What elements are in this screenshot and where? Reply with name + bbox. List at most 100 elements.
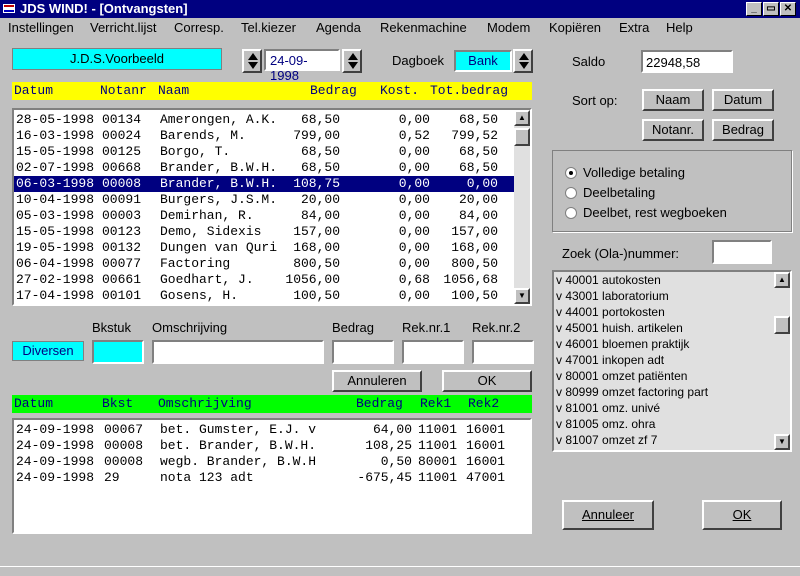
table-cell: 1056,68 [443,272,498,287]
table-cell: 24-09-1998 [16,438,95,453]
reknr1-input[interactable] [402,340,464,364]
table-cell: 108,75 [293,176,340,191]
radio-volledige-betaling[interactable] [565,167,577,179]
menu-agenda[interactable]: Agenda [316,20,361,35]
date-spinner-right[interactable] [342,49,362,73]
menu-tel-kiezer[interactable]: Tel.kiezer [241,20,296,35]
invoice-table[interactable]: 28-05-1998 00134 Amerongen, A.K. 68,50 0,00 6… [12,108,532,306]
menu-kopieren[interactable]: Kopiëren [549,20,601,35]
table-row[interactable]: 06-04-1998 00077 Factoring 800,50 0,00 800,50 [14,256,516,272]
table-row[interactable]: 24-09-1998 00008 wegb. Brander, B.W.H 0,50 8… [14,454,530,470]
payment-options-group: Volledige betaling Deelbetaling Deelbet,… [552,150,792,232]
table-row[interactable]: 24-09-1998 29 nota 123 adt -675,45 11001 4700… [14,470,530,486]
scroll-up-icon[interactable]: ▲ [774,272,790,288]
table-row[interactable]: 05-03-1998 00003 Demirhan, R. 84,00 0,00 84,0… [14,208,516,224]
table-cell: 24-09-1998 [16,454,95,469]
bedrag-input[interactable] [332,340,394,364]
table-row[interactable]: 27-02-1998 00661 Goedhart, J. 1056,00 0,68 10… [14,272,516,288]
diversen-field[interactable]: Diversen [12,341,84,361]
radio-deelbet-rest-wegboeken[interactable] [565,207,577,219]
table-row[interactable]: 24-09-1998 00067 bet. Gumster, E.J. v 64,00… [14,422,530,438]
account-list[interactable]: v 40001 autokosten v 43001 laboratorium v … [552,270,792,452]
account-item[interactable]: v 40001 autokosten [556,273,774,289]
account-item[interactable]: v 80001 omzet patiënten [556,369,774,385]
invoice-table-header: Datum Notanr Naam Bedrag Kost. Tot.bedra… [12,82,532,100]
maximize-icon[interactable]: ▭ [763,2,779,16]
up-arrow-icon[interactable] [248,53,258,60]
dagboek-field[interactable]: Bank [454,50,512,72]
table-row[interactable]: 16-03-1998 00024 Barends, M. 799,00 0,52 799,… [14,128,516,144]
sort-datum-button[interactable]: Datum [712,89,774,111]
annuleren-button[interactable]: Annuleren [332,370,422,392]
down-arrow-icon[interactable] [519,62,529,69]
date-spinner[interactable] [242,49,262,73]
scroll-down-icon[interactable]: ▼ [514,288,530,304]
table-cell: 11001 [418,438,458,453]
scroll-down-icon[interactable]: ▼ [774,434,790,450]
sort-bedrag-button[interactable]: Bedrag [712,119,774,141]
sort-naam-button[interactable]: Naam [642,89,704,111]
account-item[interactable]: v 81007 omzet zf 7 [556,433,774,449]
table-cell: 15-05-1998 [16,224,95,239]
table-row[interactable]: 28-05-1998 00134 Amerongen, A.K. 68,50 0,00 6… [14,112,516,128]
scroll-thumb[interactable] [514,128,530,146]
menu-corresp[interactable]: Corresp. [174,20,224,35]
account-scrollbar[interactable]: ▲ ▼ [774,272,790,450]
account-item[interactable]: v 45001 huish. artikelen [556,321,774,337]
scroll-up-icon[interactable]: ▲ [514,110,530,126]
account-item[interactable]: v 43001 laboratorium [556,289,774,305]
account-item[interactable]: v 81001 omz. univé [556,401,774,417]
date-field[interactable]: 24-09-1998 [264,49,340,83]
menu-rekenmachine[interactable]: Rekenmachine [380,20,467,35]
ok-footer-button[interactable]: OK [702,500,782,530]
menu-help[interactable]: Help [666,20,693,35]
radio-deelbetaling[interactable] [565,187,577,199]
ok-button[interactable]: OK [442,370,532,392]
menu-verricht-lijst[interactable]: Verricht.lijst [90,20,156,35]
table-row[interactable]: 15-05-1998 00125 Borgo, T. 68,50 0,00 68,50 [14,144,516,160]
menu-extra[interactable]: Extra [619,20,649,35]
up-arrow-icon[interactable] [519,53,529,60]
annuleer-button[interactable]: Annuleer [562,500,654,530]
table-cell: 00067 [104,422,144,437]
table-row[interactable]: 24-09-1998 00008 bet. Brander, B.W.H. 108,2… [14,438,530,454]
close-icon[interactable]: ✕ [780,2,796,16]
table-cell: 64,00 [372,422,412,437]
reknr2-input[interactable] [472,340,534,364]
table-row[interactable]: 19-05-1998 00132 Dungen van Quri 168,00 0,00… [14,240,516,256]
zoek-input[interactable] [712,240,772,264]
menu-instellingen[interactable]: Instellingen [8,20,74,35]
table-cell: 1056,00 [285,272,340,287]
table-cell: 00008 [102,176,142,191]
down-arrow-icon[interactable] [348,62,358,69]
table-cell: 06-04-1998 [16,256,95,271]
booking-table[interactable]: 24-09-1998 00067 bet. Gumster, E.J. v 64,00… [12,418,532,534]
table-cell: 29 [104,470,120,485]
minimize-icon[interactable]: _ [746,2,762,16]
table-row[interactable]: 06-03-1998 00008 Brander, B.W.H. 108,75 0,00… [14,176,516,192]
up-arrow-icon[interactable] [348,53,358,60]
table-cell: 17-04-1998 [16,288,95,303]
reknr1-label: Rek.nr.1 [402,320,451,335]
table-row[interactable]: 17-04-1998 00101 Gosens, H. 100,50 0,00 100,5… [14,288,516,304]
sort-notanr-button[interactable]: Notanr. [642,119,704,141]
table-row[interactable]: 02-07-1998 00668 Brander, B.W.H. 68,50 0,00 6… [14,160,516,176]
table-row[interactable]: 15-05-1998 00123 Demo, Sidexis 157,00 0,00 15… [14,224,516,240]
account-item[interactable]: v 46001 bloemen praktijk [556,337,774,353]
table-row[interactable]: 10-04-1998 00091 Burgers, J.S.M. 20,00 0,00 2… [14,192,516,208]
omschrijving-input[interactable] [152,340,324,364]
account-item[interactable]: v 47001 inkopen adt [556,353,774,369]
invoice-scrollbar[interactable]: ▲ ▼ [514,110,530,304]
menu-modem[interactable]: Modem [487,20,530,35]
col-datum: Datum [14,396,54,411]
table-cell: 68,50 [458,144,498,159]
account-item[interactable]: v 81005 omz. ohra [556,417,774,433]
scroll-thumb[interactable] [774,316,790,334]
account-item[interactable]: v 80999 omzet factoring part [556,385,774,401]
down-arrow-icon[interactable] [248,62,258,69]
account-item[interactable]: v 44001 portokosten [556,305,774,321]
title-bar[interactable]: JDS WIND! - [Ontvangsten] _ ▭ ✕ [0,0,800,18]
bkstuk-input[interactable] [92,340,144,364]
dagboek-spinner[interactable] [513,49,533,73]
status-bar [0,566,800,576]
